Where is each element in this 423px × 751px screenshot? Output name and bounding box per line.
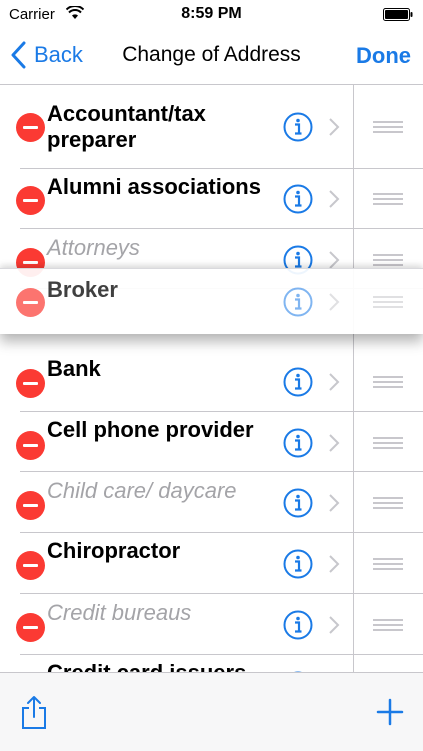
- list-item-label: Child care/ daycare: [47, 478, 237, 503]
- reorder-handle[interactable]: [373, 193, 403, 207]
- category-list[interactable]: Accountant/tax preparer Alumni associati…: [0, 85, 423, 672]
- chevron-right-icon: [329, 293, 340, 311]
- list-item[interactable]: Alumni associations: [0, 169, 423, 229]
- list-item-label: Credit bureaus: [47, 600, 192, 625]
- done-button[interactable]: Done: [356, 43, 411, 69]
- reorder-handle[interactable]: [373, 437, 403, 451]
- list-item-label: Bank: [47, 356, 101, 381]
- info-icon[interactable]: [283, 549, 313, 579]
- list-item[interactable]: Child care/ daycare: [0, 472, 423, 533]
- info-icon[interactable]: [283, 428, 313, 458]
- delete-button[interactable]: [16, 491, 45, 520]
- list-item[interactable]: Credit card issuers: [0, 655, 423, 672]
- delete-button[interactable]: [16, 113, 45, 142]
- delete-button[interactable]: [16, 288, 45, 317]
- list-item-label: Credit card issuers: [47, 660, 287, 672]
- list-item[interactable]: Cell phone provider: [0, 412, 423, 472]
- status-time: 8:59 PM: [181, 5, 242, 22]
- plus-icon[interactable]: [376, 698, 404, 726]
- reorder-handle[interactable]: [373, 376, 403, 390]
- reorder-handle[interactable]: [373, 497, 403, 511]
- delete-button[interactable]: [16, 369, 45, 398]
- list-item-label: Alumni associations: [47, 174, 261, 199]
- list-item-label: Broker: [47, 277, 118, 302]
- list-item[interactable]: Chiropractor: [0, 533, 423, 594]
- list-item[interactable]: Accountant/tax preparer: [0, 85, 423, 169]
- reorder-handle[interactable]: [373, 558, 403, 572]
- share-icon[interactable]: [19, 695, 49, 731]
- list-item-label: Attorneys: [47, 235, 140, 260]
- dragging-list-item[interactable]: Broker: [0, 268, 423, 334]
- info-icon[interactable]: [283, 112, 313, 142]
- chevron-right-icon: [329, 434, 340, 452]
- list-item[interactable]: Bank: [0, 351, 423, 412]
- back-button[interactable]: Back: [10, 38, 83, 72]
- delete-button[interactable]: [16, 431, 45, 460]
- chevron-right-icon: [329, 494, 340, 512]
- bottom-toolbar: [0, 672, 423, 751]
- chevron-right-icon: [329, 616, 340, 634]
- navigation-bar: Back Change of Address Done: [0, 28, 423, 85]
- chevron-right-icon: [329, 251, 340, 269]
- reorder-handle[interactable]: [373, 121, 403, 135]
- info-icon[interactable]: [283, 610, 313, 640]
- list-item[interactable]: Credit bureaus: [0, 594, 423, 655]
- delete-button[interactable]: [16, 613, 45, 642]
- back-button-label: Back: [34, 42, 83, 67]
- status-bar: Carrier 8:59 PM: [0, 0, 423, 28]
- chevron-right-icon: [329, 118, 340, 136]
- list-item-label: Cell phone provider: [47, 417, 254, 442]
- reorder-handle[interactable]: [373, 254, 403, 268]
- battery-icon: [383, 8, 413, 21]
- info-icon[interactable]: [283, 287, 313, 317]
- delete-button[interactable]: [16, 551, 45, 580]
- delete-button[interactable]: [16, 186, 45, 215]
- reorder-handle[interactable]: [373, 296, 403, 310]
- list-item-label: Accountant/tax preparer: [47, 101, 206, 152]
- chevron-right-icon: [329, 190, 340, 208]
- chevron-left-icon: [11, 41, 26, 69]
- chevron-right-icon: [329, 555, 340, 573]
- info-icon[interactable]: [283, 184, 313, 214]
- reorder-handle[interactable]: [373, 619, 403, 633]
- chevron-right-icon: [329, 373, 340, 391]
- info-icon[interactable]: [283, 488, 313, 518]
- list-item-label: Chiropractor: [47, 538, 181, 563]
- info-icon[interactable]: [283, 367, 313, 397]
